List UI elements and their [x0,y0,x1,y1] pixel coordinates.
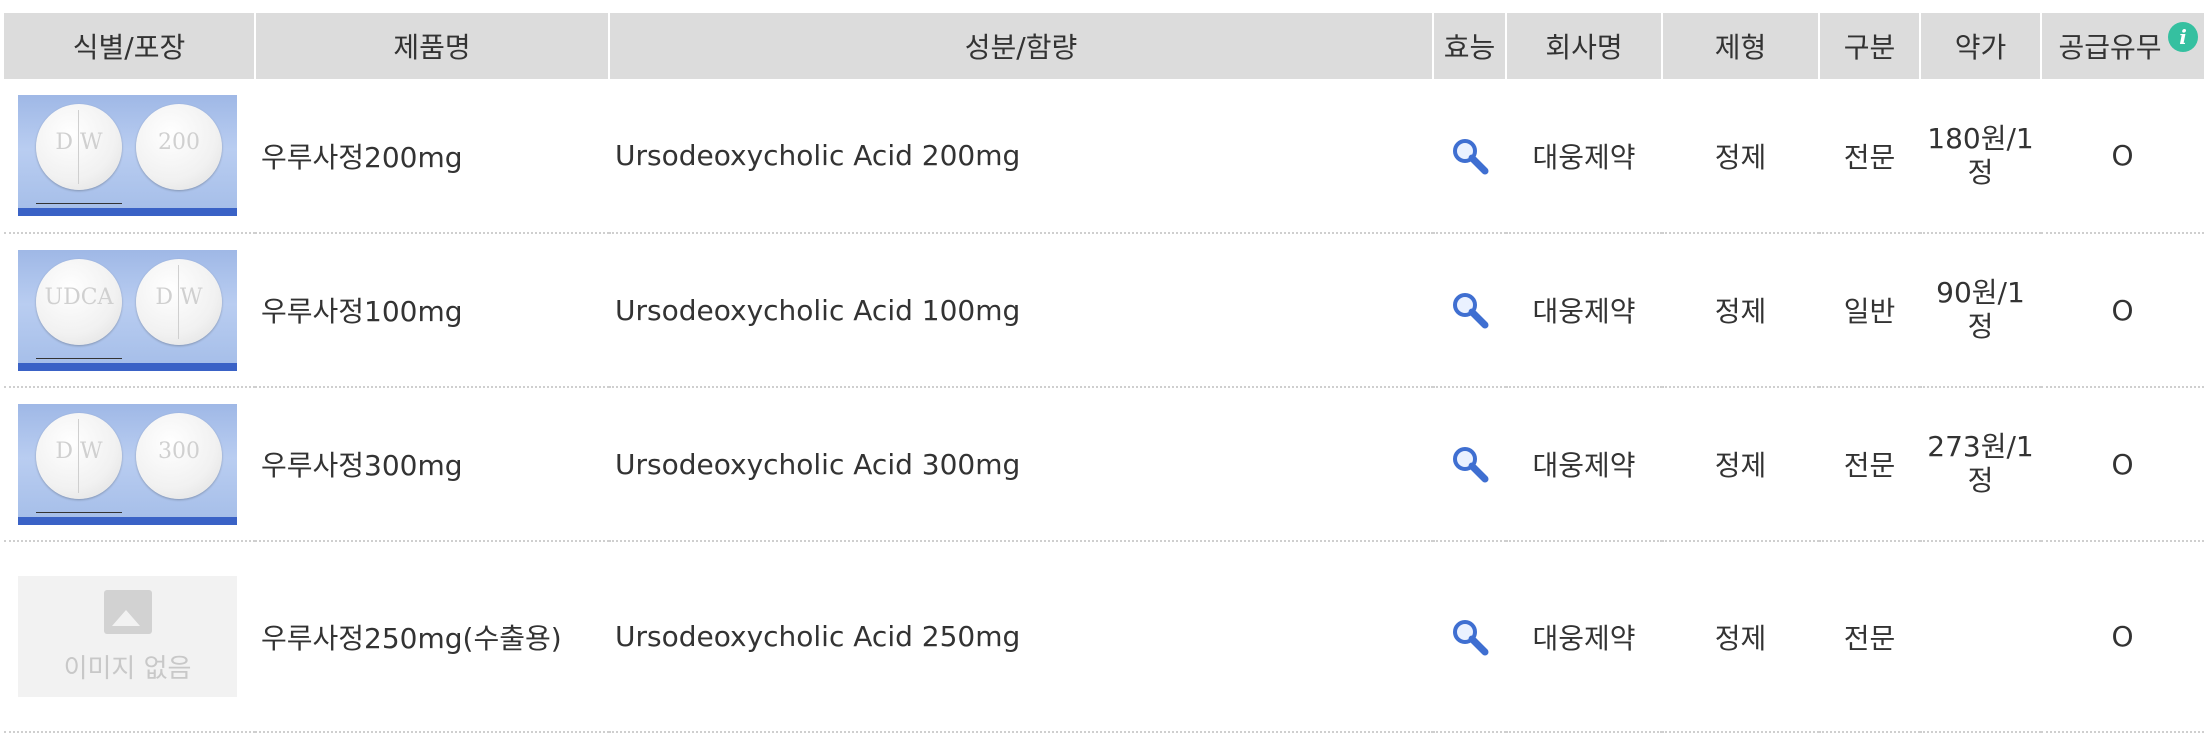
ingredient: Ursodeoxycholic Acid 100mg [609,233,1433,388]
dosage-form: 정제 [1662,387,1819,542]
header-ingredient: 성분/함량 [609,13,1434,79]
price-line1: 180원/1 [1927,121,2034,155]
header-image: 식별/포장 [4,13,256,79]
company: 대웅제약 [1506,79,1662,234]
price: 180원/1 정 [1920,79,2041,234]
header-form: 제형 [1662,13,1820,79]
drug-class: 전문 [1819,79,1920,234]
search-icon[interactable] [1448,134,1492,178]
pill-image[interactable]: D W 300 [18,403,237,525]
pill-image[interactable]: D W 200 [18,95,237,216]
product-name[interactable]: 우루사정300mg [255,387,609,542]
pill-front: UDCA [36,258,122,345]
price-line1: 90원/1 [1936,276,2025,309]
price: 273원/1 정 [1920,387,2041,542]
header-supply: 공급유무 i [2041,13,2204,79]
drug-class: 전문 [1819,541,1920,733]
header-class: 구분 [1819,13,1921,79]
drug-table: 식별/포장 제품명 성분/함량 효능 회사명 제형 구분 약가 공급유무 i D… [4,13,2204,733]
pill-image[interactable]: UDCA D W [18,249,237,371]
table-row: UDCA D W 우루사정100mg Ursodeoxycholic Acid … [4,233,2204,388]
no-image-text: 이미지 없음 [63,654,192,684]
image-cell: D W 200 [4,79,255,234]
price-line1: 273원/1 [1927,430,2034,463]
ingredient: Ursodeoxycholic Acid 300mg [609,387,1433,542]
table-row: D W 200 우루사정200mg Ursodeoxycholic Acid 2… [4,79,2204,234]
price-line2: 정 [1967,464,1994,497]
drug-class: 전문 [1819,387,1920,542]
dosage-form: 정제 [1662,233,1819,388]
pill-front: D W [36,412,122,499]
image-cell: UDCA D W [4,233,255,388]
ingredient: Ursodeoxycholic Acid 250mg [609,541,1433,733]
header-supply-label: 공급유무 [2058,31,2162,64]
search-icon[interactable] [1448,615,1492,659]
header-price: 약가 [1920,13,2042,79]
image-cell: 이미지 없음 [4,541,255,733]
supply: O [2041,387,2204,542]
price [1920,541,2041,733]
header-name: 제품명 [255,13,610,79]
company: 대웅제약 [1506,387,1662,542]
supply: O [2041,541,2204,733]
price-line2: 정 [1967,310,1994,343]
supply: O [2041,79,2204,234]
effect-cell [1433,233,1506,388]
info-icon[interactable]: i [2168,22,2198,52]
effect-cell [1433,387,1506,542]
effect-cell [1433,541,1506,733]
pill-back: 300 [136,412,222,499]
pill-back: 200 [136,104,222,190]
search-icon[interactable] [1448,442,1492,486]
product-name[interactable]: 우루사정200mg [255,79,609,234]
table-row: D W 300 우루사정300mg Ursodeoxycholic Acid 3… [4,387,2204,542]
image-placeholder-icon [104,590,152,634]
product-name[interactable]: 우루사정250mg(수출용) [255,541,609,733]
header-effect: 효능 [1433,13,1507,79]
header-company: 회사명 [1506,13,1663,79]
supply: O [2041,233,2204,388]
pill-front: D W [36,104,122,190]
table-header: 식별/포장 제품명 성분/함량 효능 회사명 제형 구분 약가 공급유무 i [4,13,2204,79]
company: 대웅제약 [1506,233,1662,388]
image-cell: D W 300 [4,387,255,542]
dosage-form: 정제 [1662,79,1819,234]
price-line2: 정 [1967,155,1994,189]
no-image-placeholder: 이미지 없음 [18,576,237,697]
table-row: 이미지 없음 우루사정250mg(수출용) Ursodeoxycholic Ac… [4,541,2204,733]
pill-back: D W [136,258,222,345]
company: 대웅제약 [1506,541,1662,733]
dosage-form: 정제 [1662,541,1819,733]
search-icon[interactable] [1448,288,1492,332]
price: 90원/1 정 [1920,233,2041,388]
effect-cell [1433,79,1506,234]
drug-class: 일반 [1819,233,1920,388]
product-name[interactable]: 우루사정100mg [255,233,609,388]
ingredient: Ursodeoxycholic Acid 200mg [609,79,1433,234]
